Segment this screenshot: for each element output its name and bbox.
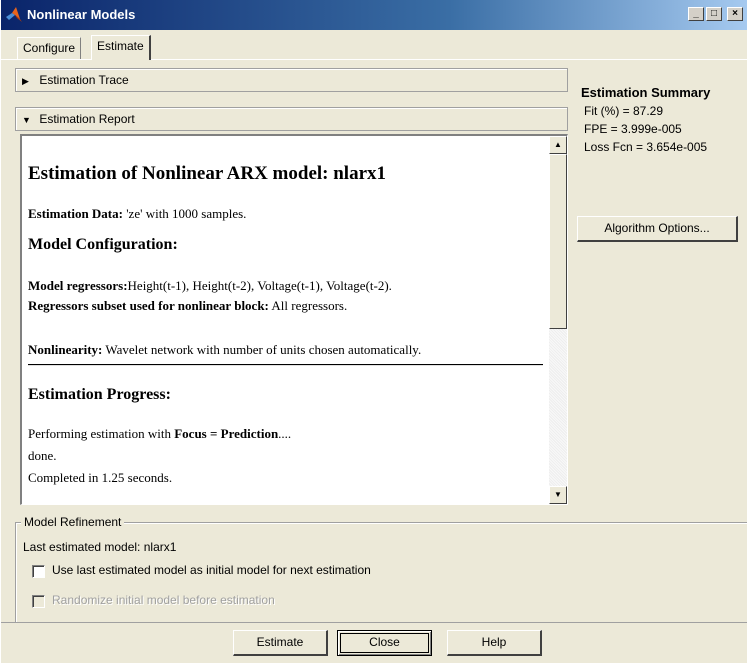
estimation-data-value: 'ze' with 1000 samples. [122,206,247,221]
tab-estimate[interactable]: Estimate [91,35,151,60]
nonlinear-models-window: Nonlinear Models _ □ × Configure Estimat… [0,0,747,663]
bottom-separator [1,622,747,623]
model-refinement-legend: Model Refinement [21,515,125,529]
title-bar[interactable]: Nonlinear Models _ □ × [1,0,747,30]
report-separator [28,364,543,366]
estimation-report-header[interactable]: ▼ Estimation Report [15,107,568,131]
fit-value: Fit (%) = 87.29 [584,104,664,118]
tab-configure[interactable]: Configure [17,37,82,59]
estimation-summary-title: Estimation Summary [581,85,711,100]
regressors-subset-value: All regressors. [268,298,348,313]
scroll-up-button[interactable]: ▲ [549,136,567,154]
nonlinearity-label: Nonlinearity: [28,342,103,357]
progress-line-1: Performing estimation with Focus = Predi… [28,426,291,442]
progress-line-3: Completed in 1.25 seconds. [28,470,173,485]
maximize-button[interactable]: □ [706,7,722,21]
tab-estimate-label: Estimate [97,39,144,53]
fpe-value: FPE = 3.999e-005 [584,122,682,136]
scroll-thumb[interactable] [549,154,567,329]
window-title: Nonlinear Models [27,7,136,22]
triangle-down-icon: ▼ [22,115,31,125]
use-last-model-label[interactable]: Use last estimated model as initial mode… [52,563,371,577]
model-regressors-line: Model regressors:Height(t-1), Height(t-2… [28,278,392,294]
estimation-trace-label: Estimation Trace [39,73,129,87]
model-regressors-value: Height(t-1), Height(t-2), Voltage(t-1), … [127,278,392,293]
estimation-data-label: Estimation Data: [28,206,123,221]
progress-line-2: done. [28,448,57,463]
algorithm-options-button[interactable]: Algorithm Options... [577,216,738,242]
minimize-button[interactable]: _ [688,7,704,21]
estimation-data-line: Estimation Data: 'ze' with 1000 samples. [28,206,246,222]
estimation-report-label: Estimation Report [39,112,135,126]
regressors-subset-label: Regressors subset used for nonlinear blo… [28,298,269,313]
regressors-subset-line: Regressors subset used for nonlinear blo… [28,298,347,314]
estimation-trace-header[interactable]: ▶ Estimation Trace [15,68,568,92]
last-estimated-model-label: Last estimated model: nlarx1 [23,540,177,554]
triangle-right-icon: ▶ [22,76,29,86]
randomize-initial-model-label: Randomize initial model before estimatio… [52,593,275,607]
close-window-button[interactable]: × [727,7,743,21]
nonlinearity-value: Wavelet network with number of units cho… [102,342,422,357]
report-title: Estimation of Nonlinear ARX model: nlarx… [28,163,387,184]
progress-line-1-post: .... [278,426,292,441]
scroll-down-button[interactable]: ▼ [549,486,567,504]
estimate-button[interactable]: Estimate [233,630,328,656]
help-button[interactable]: Help [447,630,542,656]
matlab-logo-icon [6,7,22,22]
progress-focus: Focus = Prediction [174,426,279,441]
randomize-initial-model-checkbox [32,595,45,608]
use-last-model-checkbox[interactable] [32,565,45,578]
nonlinearity-line: Nonlinearity: Wavelet network with numbe… [28,342,421,358]
estimation-report-view[interactable]: Estimation of Nonlinear ARX model: nlarx… [20,134,568,505]
model-regressors-label: Model regressors: [28,278,128,293]
model-configuration-heading: Model Configuration: [28,236,178,253]
progress-line-1-pre: Performing estimation with [28,426,175,441]
close-button[interactable]: Close [337,630,432,656]
estimation-progress-heading: Estimation Progress: [28,386,171,403]
tab-configure-label: Configure [23,41,76,55]
loss-fcn-value: Loss Fcn = 3.654e-005 [584,140,708,154]
report-scrollbar[interactable]: ▲ ▼ [549,136,567,504]
